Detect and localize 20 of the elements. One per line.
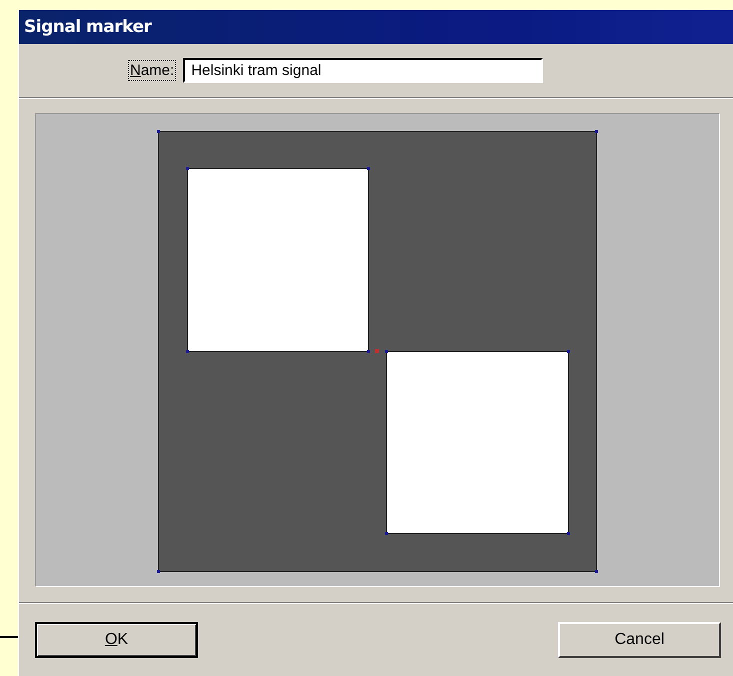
handle[interactable]	[385, 350, 388, 353]
handle[interactable]	[367, 167, 370, 170]
signal-lamp[interactable]	[386, 351, 569, 534]
window-title: Signal marker	[24, 17, 152, 37]
handle[interactable]	[186, 167, 189, 170]
handle[interactable]	[157, 130, 160, 133]
handle[interactable]	[186, 350, 189, 353]
handle[interactable]	[367, 350, 370, 353]
handle[interactable]	[595, 130, 598, 133]
handle[interactable]	[157, 570, 160, 573]
handle[interactable]	[595, 570, 598, 573]
cancel-button[interactable]: Cancel	[558, 622, 721, 658]
handle[interactable]	[385, 532, 388, 535]
name-field[interactable]: Helsinki tram signal	[183, 58, 544, 83]
signal-lamp[interactable]	[187, 168, 369, 352]
ok-button[interactable]: OK	[35, 622, 198, 658]
anchor-point[interactable]	[375, 349, 379, 353]
handle[interactable]	[567, 532, 570, 535]
name-label: Name:	[128, 60, 176, 81]
handle[interactable]	[567, 350, 570, 353]
